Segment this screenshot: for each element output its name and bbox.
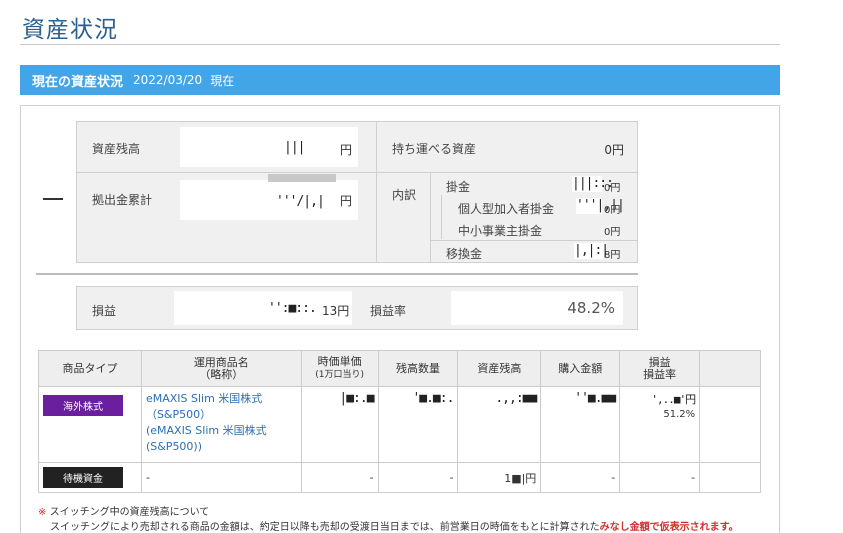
cell-fund: - [140, 462, 302, 493]
th-product-type: 商品タイプ [38, 350, 142, 387]
contribution-total-label: 拠出金累計 [92, 193, 153, 207]
note-body-text: スイッチングにより売却される商品の金額は、約定日以降も売却の受渡日当日までは、前… [50, 522, 600, 533]
note-mark: ※ [38, 507, 47, 518]
breakdown-item-smb: 中小事業主掛金 [458, 224, 543, 238]
banner-date: 2022/03/20 [133, 73, 203, 87]
banner-label: 現在の資産状況 [32, 74, 124, 90]
redaction-bar [268, 174, 336, 182]
switching-note-body: スイッチングにより売却される商品の金額は、約定日以降も売却の受渡日当日までは、前… [50, 518, 739, 533]
breakdown-value-kakekin: |||::: [572, 176, 614, 192]
breakdown-label: 内訳 [392, 188, 417, 202]
breakdown-item-individual: 個人型加入者掛金 [458, 202, 555, 216]
cell-profit: ',..■'円 51.2% [619, 386, 701, 463]
cell-qty: - [377, 462, 459, 493]
breakdown-unit-smb: 0円 [604, 227, 621, 238]
page-title: 資産状況 [22, 17, 118, 43]
cell-purchase: ''■.■■ [540, 386, 621, 463]
asset-balance-field [180, 127, 358, 167]
cell-blank [699, 386, 761, 463]
th-blank [699, 350, 761, 387]
th-profit: 損益 損益率 [619, 350, 701, 387]
breakdown-value-transfer: |,|:| [574, 243, 609, 259]
portable-assets-label: 持ち運べる資産 [392, 142, 477, 156]
breakdown-unit-kakekin: 0円 [604, 183, 621, 194]
collapse-toggle-icon[interactable] [43, 198, 63, 200]
asset-balance-value: ||| [284, 140, 306, 155]
cell-profit: - [619, 462, 701, 493]
banner-suffix: 現在 [210, 73, 235, 88]
holdings-table: 商品タイプ 運用商品名 （略称） 時価単価 (1万口当り) 残高数量 資産残高 購入… [38, 350, 761, 493]
note-body-emphasis: みなし金額で仮表示されます。 [599, 522, 739, 533]
section-separator [36, 273, 638, 275]
table-row: 海外株式 eMAXIS Slim 米国株式（S&P500） (eMAXIS Sl… [38, 386, 761, 463]
profit-label: 損益 [92, 304, 117, 318]
contribution-total-field [180, 180, 358, 220]
fund-link[interactable]: eMAXIS Slim 米国株式（S&P500） [146, 392, 262, 421]
sub-indent-line [441, 195, 442, 239]
cell-type: 待機資金 [38, 462, 142, 493]
cell-price: - [300, 462, 379, 493]
row-divider [377, 172, 637, 173]
profit-unit: 13円 [322, 304, 350, 318]
cell-fund: eMAXIS Slim 米国株式（S&P500） (eMAXIS Slim 米国… [140, 386, 302, 463]
cell-qty: '■.■:. [377, 386, 459, 463]
asset-balance-unit: 円 [340, 143, 353, 157]
profit-rate-value: 48.2% [567, 299, 615, 317]
contribution-total-value: '''/|,| [276, 194, 325, 209]
contribution-total-unit: 円 [340, 194, 353, 208]
breakdown-unit-transfer: 8円 [604, 250, 621, 261]
th-fund-name: 運用商品名 （略称） [140, 350, 302, 387]
cell-price: |■:.■ [300, 386, 379, 463]
profit-value: '':■::. [268, 301, 317, 316]
asset-balance-label: 資産残高 [92, 142, 141, 156]
portable-assets-value: 0円 [604, 143, 624, 157]
th-balance: 資産残高 [457, 350, 542, 387]
row-divider [431, 240, 637, 241]
title-divider [20, 44, 780, 45]
cell-type: 海外株式 [38, 386, 142, 463]
cell-balance: .,,:■■ [457, 386, 542, 463]
breakdown-unit-individual: 0円 [604, 205, 621, 216]
fund-short-link[interactable]: (eMAXIS Slim 米国株式(S&P500)) [146, 424, 267, 453]
row-divider [77, 172, 376, 173]
breakdown-divider [430, 173, 431, 262]
cell-blank [699, 462, 761, 493]
th-purchase: 購入金額 [540, 350, 621, 387]
profit-rate-label: 損益率 [370, 304, 407, 318]
table-header-row: 商品タイプ 運用商品名 （略称） 時価単価 (1万口当り) 残高数量 資産残高 購入… [38, 350, 761, 387]
switching-note-title: ※ スイッチング中の資産残高について [38, 503, 209, 518]
th-quantity: 残高数量 [377, 350, 459, 387]
th-unit-price: 時価単価 (1万口当り) [300, 350, 379, 387]
breakdown-item-transfer: 移換金 [446, 247, 483, 261]
breakdown-value-individual: '''|,|| [576, 198, 625, 214]
note-title-text: スイッチング中の資産残高について [49, 507, 210, 518]
standby-funds-badge: 待機資金 [43, 467, 123, 488]
breakdown-item-kakekin: 掛金 [446, 180, 471, 194]
cell-purchase: - [540, 462, 621, 493]
overseas-stock-badge: 海外株式 [43, 395, 123, 416]
table-row: 待機資金 - - - 1■|円 - - [38, 462, 761, 493]
cell-balance: 1■|円 [457, 462, 542, 493]
current-assets-banner: 現在の資産状況 2022/03/20 現在 [20, 65, 780, 95]
